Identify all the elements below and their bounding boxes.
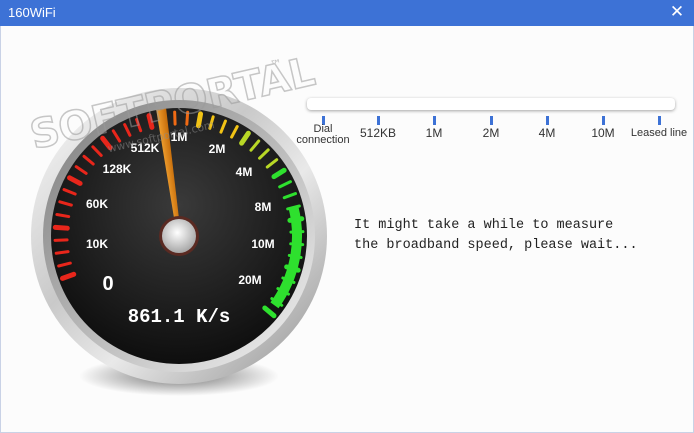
gauge-label: 1M bbox=[171, 130, 188, 144]
speed-scale-tick bbox=[602, 116, 605, 125]
speed-scale-tick bbox=[546, 116, 549, 125]
speed-scale-tick bbox=[433, 116, 436, 125]
gauge-label: 10M bbox=[251, 237, 274, 251]
gauge-label: 512K bbox=[131, 141, 160, 155]
window-body: 0 10K 60K 128K 512K 1M 2M 4M 8M 10M 20M 861.1 K/s … bbox=[0, 26, 694, 433]
gauge-label: 4M bbox=[236, 165, 253, 179]
speed-readout: 861.1 K/s bbox=[128, 306, 231, 328]
speed-scale-bar bbox=[307, 98, 675, 110]
gauge-label: 0 bbox=[102, 273, 113, 295]
speed-scale-tick bbox=[658, 116, 661, 125]
gauge-tick bbox=[55, 212, 71, 219]
status-message: It might take a while to measure the bro… bbox=[354, 218, 638, 253]
window-title: 160WiFi bbox=[8, 5, 56, 20]
gauge-label: 60K bbox=[86, 197, 108, 211]
gauge-label: 10K bbox=[86, 237, 108, 251]
gauge-label: 2M bbox=[209, 142, 226, 156]
gauge-label: 8M bbox=[255, 200, 272, 214]
gauge-tick bbox=[185, 110, 190, 126]
speed-scale-label: Leased line bbox=[630, 127, 688, 139]
gauge-label: 20M bbox=[238, 273, 261, 287]
gauge-hub bbox=[162, 219, 196, 253]
speed-scale-tick bbox=[377, 116, 380, 125]
gauge-label: 128K bbox=[103, 162, 132, 176]
gauge-tick bbox=[54, 250, 70, 255]
speed-scale-tick bbox=[490, 116, 493, 125]
gauge-tick bbox=[146, 113, 155, 130]
speed-scale: Dial connection 512KB 1M 2M 4M 10M Leased line bbox=[296, 96, 687, 166]
close-button[interactable]: ✕ bbox=[660, 0, 694, 26]
speedometer-gauge: 0 10K 60K 128K 512K 1M 2M 4M 8M 10M 20M 861.1 K/s bbox=[31, 88, 327, 396]
title-bar: 160WiFi ✕ bbox=[0, 0, 694, 26]
gauge-tick bbox=[52, 224, 70, 231]
gauge-tick bbox=[195, 111, 204, 129]
close-icon: ✕ bbox=[669, 2, 685, 22]
